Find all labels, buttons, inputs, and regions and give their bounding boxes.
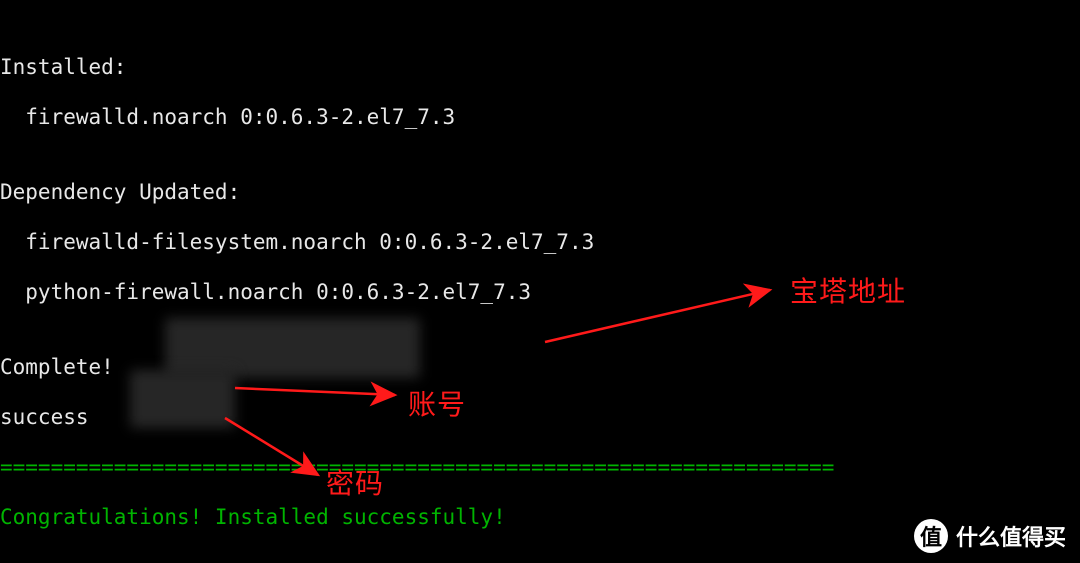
terminal-output: Installed: firewalld.noarch 0:0.6.3-2.el… xyxy=(0,0,1080,563)
watermark-badge-icon: 值 xyxy=(914,519,948,553)
watermark-text: 什么值得买 xyxy=(956,520,1066,552)
text-line: firewalld-filesystem.noarch 0:0.6.3-2.el… xyxy=(0,230,1080,255)
text-line: firewalld.noarch 0:0.6.3-2.el7_7.3 xyxy=(0,105,1080,130)
separator-line: ========================================… xyxy=(0,555,1080,563)
redaction-block xyxy=(130,370,235,428)
text-line: python-firewall.noarch 0:0.6.3-2.el7_7.3 xyxy=(0,280,1080,305)
watermark: 值 什么值得买 xyxy=(914,519,1066,553)
redaction-block xyxy=(165,318,420,378)
text-line: Dependency Updated: xyxy=(0,180,1080,205)
annotation-label-user: 账号 xyxy=(408,383,466,423)
annotation-label-url: 宝塔地址 xyxy=(790,270,906,310)
text-line: Installed: xyxy=(0,55,1080,80)
separator-line: ========================================… xyxy=(0,455,1080,480)
annotation-label-pass: 密码 xyxy=(326,462,384,502)
